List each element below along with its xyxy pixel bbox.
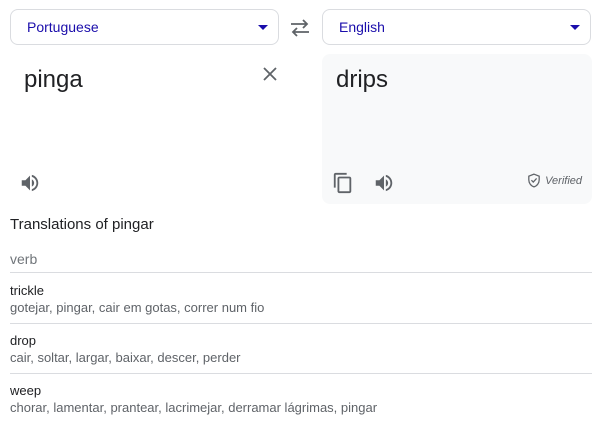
copy-button[interactable]	[332, 172, 354, 194]
entry-synonyms: cair, soltar, largar, baixar, descer, pe…	[10, 350, 241, 365]
target-language-select[interactable]: English	[322, 9, 591, 45]
source-language-label: Portuguese	[27, 19, 99, 35]
source-panel: pinga	[10, 54, 280, 204]
translated-text: drips	[336, 66, 389, 93]
divider	[10, 373, 592, 374]
target-language-label: English	[339, 19, 385, 35]
part-of-speech-label: verb	[10, 251, 38, 267]
divider	[10, 272, 592, 273]
divider	[10, 323, 592, 324]
translation-entry: drop cair, soltar, largar, baixar, desce…	[10, 333, 592, 366]
verified-label: Verified	[545, 174, 582, 187]
translation-entry: trickle gotejar, pingar, cair em gotas, …	[10, 283, 592, 316]
entry-synonyms: chorar, lamentar, prantear, lacrimejar, …	[10, 400, 378, 415]
copy-icon	[333, 172, 352, 194]
chevron-down-icon	[258, 25, 268, 30]
translations-heading: Translations of pingar	[10, 216, 154, 233]
entry-word[interactable]: weep	[10, 383, 592, 399]
speaker-icon	[21, 174, 39, 192]
translation-panel: drips Verified	[322, 54, 592, 204]
translation-entry: weep chorar, lamentar, prantear, lacrime…	[10, 383, 592, 416]
swap-languages-button[interactable]	[288, 17, 312, 39]
speaker-icon	[375, 174, 393, 192]
close-icon	[263, 67, 277, 81]
verified-badge: Verified	[527, 173, 582, 188]
entry-synonyms: gotejar, pingar, cair em gotas, correr n…	[10, 300, 265, 315]
translation-listen-button[interactable]	[373, 172, 395, 194]
entry-word[interactable]: trickle	[10, 283, 592, 299]
source-language-select[interactable]: Portuguese	[10, 9, 279, 45]
swap-arrows-icon	[291, 19, 309, 37]
source-text-input[interactable]: pinga	[24, 66, 83, 94]
chevron-down-icon	[570, 25, 580, 30]
clear-button[interactable]	[261, 65, 279, 83]
entry-word[interactable]: drop	[10, 333, 592, 349]
shield-check-icon	[528, 173, 540, 188]
source-listen-button[interactable]	[19, 172, 41, 194]
